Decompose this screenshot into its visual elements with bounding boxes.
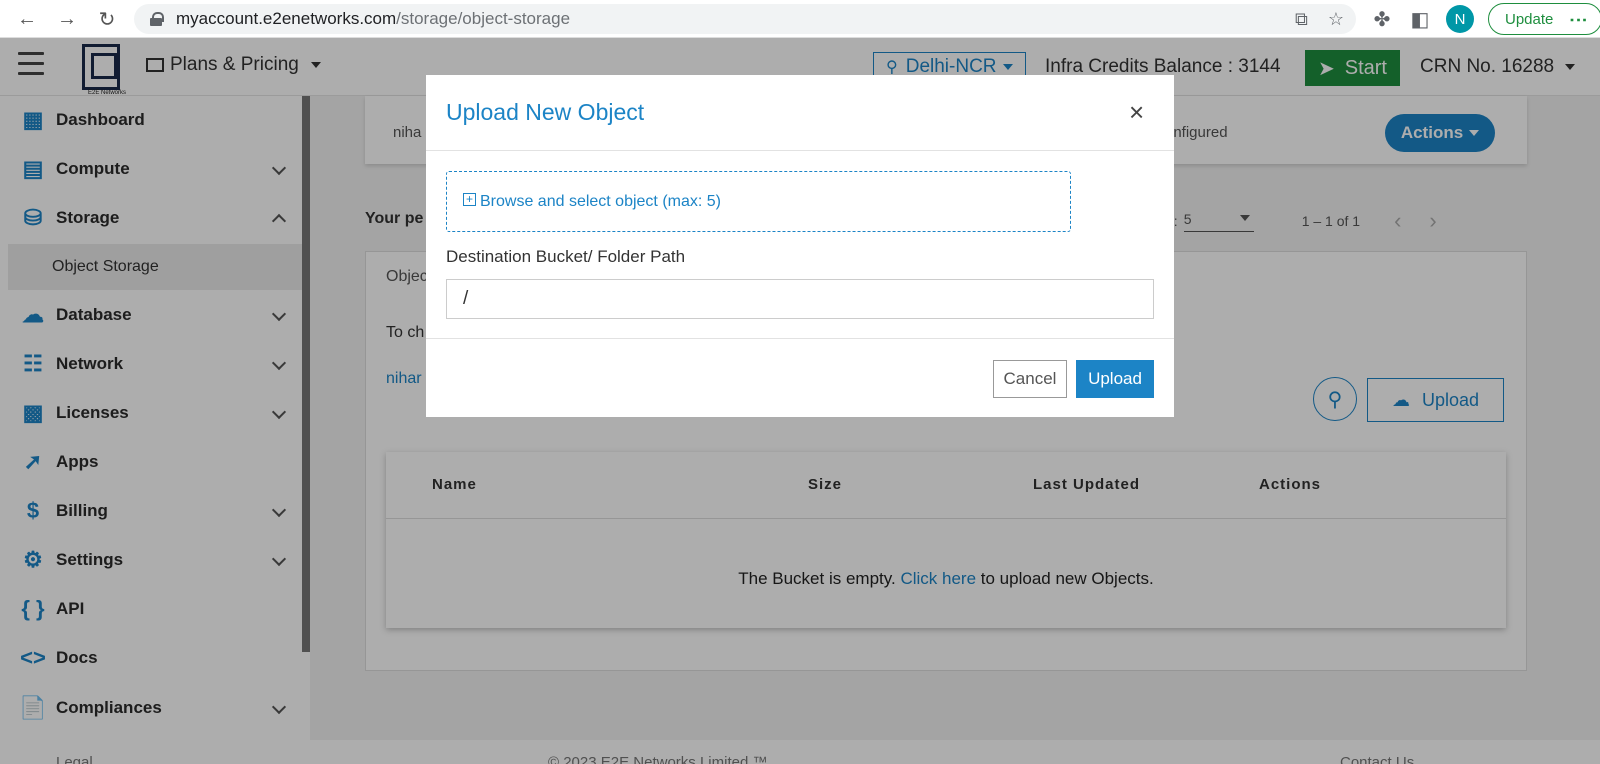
browse-objects-dropzone[interactable]: + Browse and select object (max: 5) <box>446 171 1071 232</box>
destination-path-label: Destination Bucket/ Folder Path <box>446 247 686 266</box>
cancel-button[interactable]: Cancel <box>993 360 1067 398</box>
url-path: /storage/object-storage <box>396 9 571 28</box>
dialog-divider <box>426 150 1174 151</box>
browser-toolbar: ← → ↻ myaccount.e2enetworks.com/storage/… <box>0 0 1600 38</box>
dialog-title: Upload New Object <box>446 99 645 125</box>
browse-label: Browse and select object (max: 5) <box>480 192 721 210</box>
bookmark-star-icon[interactable]: ☆ <box>1328 9 1344 30</box>
close-icon[interactable]: × <box>1129 99 1144 125</box>
back-icon[interactable]: ← <box>10 4 44 34</box>
destination-path-input[interactable] <box>446 279 1154 319</box>
share-icon[interactable]: ⧉ <box>1295 9 1308 30</box>
forward-icon[interactable]: → <box>50 4 84 34</box>
side-panel-icon[interactable]: ◧ <box>1408 7 1432 32</box>
lock-icon <box>150 12 164 26</box>
extensions-icon[interactable]: ✤ <box>1370 7 1394 32</box>
menu-dots-icon: ⋮ <box>1568 11 1589 27</box>
browser-update-button[interactable]: Update ⋮ <box>1488 3 1600 35</box>
upload-object-dialog: Upload New Object × + Browse and select … <box>426 75 1174 417</box>
address-bar[interactable]: myaccount.e2enetworks.com/storage/object… <box>134 4 1356 34</box>
profile-avatar[interactable]: N <box>1446 5 1474 33</box>
update-label: Update <box>1505 10 1554 28</box>
plus-square-icon: + <box>463 193 476 206</box>
dialog-divider <box>426 338 1174 339</box>
upload-button[interactable]: Upload <box>1076 360 1154 398</box>
reload-icon[interactable]: ↻ <box>90 4 124 34</box>
url-host: myaccount.e2enetworks.com <box>176 9 397 28</box>
